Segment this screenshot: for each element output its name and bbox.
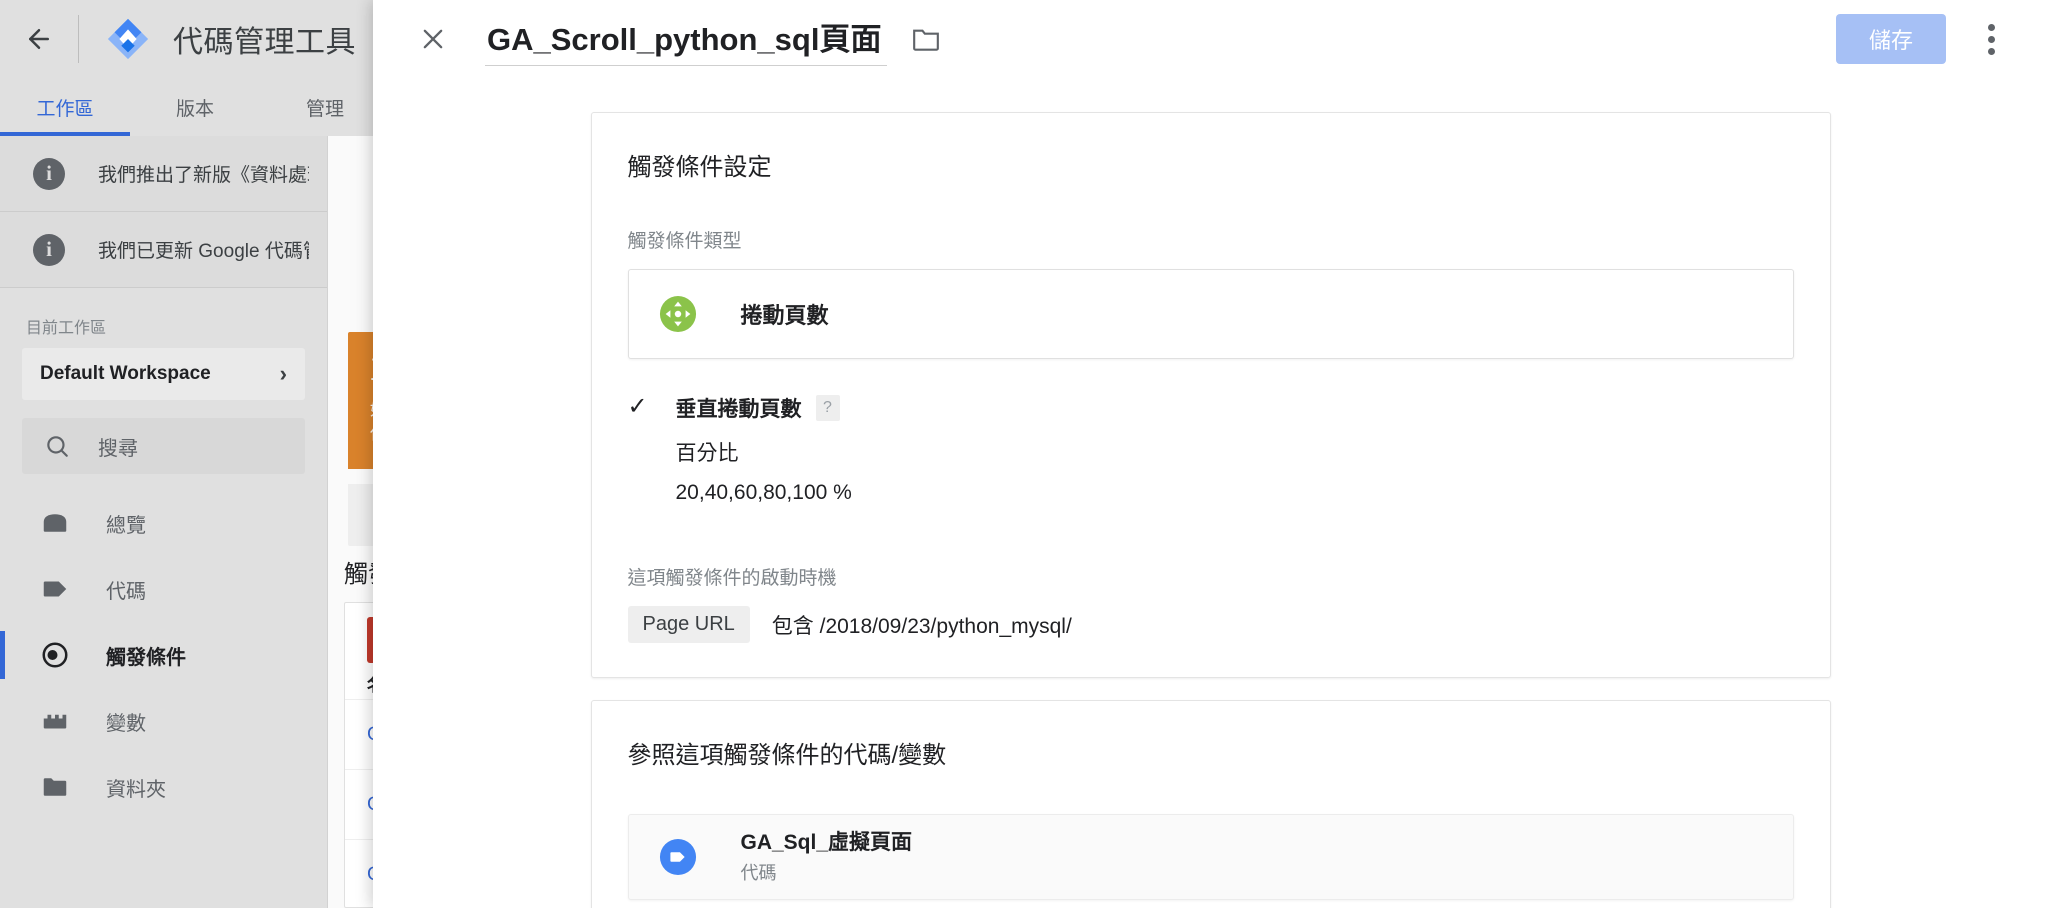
trigger-name-input[interactable]: GA_Scroll_python_sql頁面 — [485, 12, 888, 66]
topbar-divider — [78, 15, 79, 63]
tab-admin-label: 管理 — [305, 98, 344, 120]
workspace-selector[interactable]: Default Workspace › — [22, 348, 305, 400]
list-item[interactable]: GA_Sql_虛擬頁面 代碼 — [627, 814, 1794, 900]
vertical-scroll-head: 垂直捲動頁數 ? — [676, 393, 840, 423]
scroll-icon — [659, 295, 696, 333]
tab-workspace-label: 工作區 — [36, 98, 94, 120]
trigger-icon — [42, 642, 68, 668]
reference-type: 代碼 — [740, 863, 777, 884]
overlay-body: 觸發條件設定 觸發條件類型 捲動頁數 ✓ 垂直捲動頁數 ? 百分比 20,40,… — [373, 78, 2048, 908]
fire-condition-row: Page URL 包含 /2018/09/23/python_mysql/ — [627, 606, 1794, 643]
trigger-config-title: 觸發條件設定 — [627, 154, 772, 181]
app-title: 代碼管理工具 — [173, 26, 356, 59]
check-icon: ✓ — [627, 393, 648, 420]
trigger-type-label: 觸發條件類型 — [627, 231, 742, 252]
fire-condition-variable-chip: Page URL — [627, 606, 750, 643]
percentage-label: 百分比 — [675, 442, 739, 465]
trigger-type-name: 捲動頁數 — [740, 303, 829, 328]
notice-2-text: 我們已更新 Google 代碼管理工具的 — [98, 241, 309, 262]
info-icon: i — [33, 233, 65, 266]
sidebar-item-variables[interactable]: 變數 — [0, 688, 327, 754]
sidebar-item-overview-label: 總覽 — [106, 514, 146, 537]
vertical-scroll-label: 垂直捲動頁數 — [675, 398, 802, 421]
reference-name: GA_Sql_虛擬頁面 — [740, 830, 913, 854]
close-icon — [423, 29, 443, 49]
variable-icon — [43, 714, 67, 729]
references-inner: 參照這項觸發條件的代碼/變數 GA_Sql_虛擬頁面 代碼 — [592, 701, 1830, 908]
info-icon: i — [33, 157, 65, 190]
references-card: 參照這項觸發條件的代碼/變數 GA_Sql_虛擬頁面 代碼 — [590, 700, 1831, 908]
help-icon[interactable]: ? — [815, 395, 840, 421]
tab-versions[interactable]: 版本 — [130, 78, 260, 136]
fire-condition-expression: 包含 /2018/09/23/python_mysql/ — [771, 614, 1072, 638]
sidebar-nav: 總覽 代碼 觸發條件 變數 資料夾 — [0, 490, 327, 820]
tab-admin[interactable]: 管理 — [260, 78, 390, 136]
references-title: 參照這項觸發條件的代碼/變數 — [627, 742, 947, 769]
tab-workspace[interactable]: 工作區 — [0, 78, 130, 136]
screen-root: 代碼管理工具 所有帳戶 W 工作區 版本 管理 i 我們推出了新版《資料處理條款… — [0, 0, 2048, 908]
close-button[interactable] — [409, 15, 457, 63]
overview-icon — [43, 514, 67, 532]
search-input[interactable]: 搜尋 — [22, 418, 305, 474]
sidebar-item-overview[interactable]: 總覽 — [0, 490, 327, 556]
notice-1-text: 我們推出了新版《資料處理條款》 — [98, 165, 309, 186]
search-placeholder: 搜尋 — [98, 437, 138, 460]
sidebar-item-variables-label: 變數 — [106, 712, 146, 735]
sidebar-item-folders[interactable]: 資料夾 — [0, 754, 327, 820]
arrow-left-icon — [29, 29, 49, 49]
vertical-scroll-option[interactable]: ✓ 垂直捲動頁數 ? — [628, 393, 1794, 423]
tag-icon — [659, 838, 696, 876]
overlay-title-wrap: GA_Scroll_python_sql頁面 — [485, 12, 941, 66]
trigger-config-inner: 觸發條件設定 觸發條件類型 捲動頁數 ✓ 垂直捲動頁數 ? 百分比 20,40,… — [592, 113, 1830, 677]
notice-banner-1[interactable]: i 我們推出了新版《資料處理條款》 — [0, 136, 327, 212]
search-icon — [47, 436, 68, 457]
sidebar-item-tags[interactable]: 代碼 — [0, 556, 327, 622]
save-button[interactable]: 儲存 — [1836, 14, 1946, 64]
trigger-config-card: 觸發條件設定 觸發條件類型 捲動頁數 ✓ 垂直捲動頁數 ? 百分比 20,40,… — [590, 112, 1831, 678]
sidebar: i 我們推出了新版《資料處理條款》 i 我們已更新 Google 代碼管理工具的… — [0, 136, 328, 908]
back-button[interactable] — [0, 0, 78, 78]
sidebar-item-tags-label: 代碼 — [106, 580, 146, 603]
search-section: 搜尋 — [0, 400, 327, 474]
vertical-scroll-body: 垂直捲動頁數 ? — [676, 393, 840, 423]
trigger-detail-overlay: GA_Scroll_python_sql頁面 儲存 觸發條件設定 觸發條件類型 — [373, 0, 2048, 908]
gtm-logo-icon — [105, 16, 151, 62]
notice-banner-2[interactable]: i 我們已更新 Google 代碼管理工具的 — [0, 212, 327, 288]
folder-icon[interactable] — [911, 26, 941, 52]
trigger-type-selector[interactable]: 捲動頁數 — [627, 269, 1794, 359]
tag-icon — [43, 581, 67, 597]
percentage-value: 20,40,60,80,100 % — [675, 481, 852, 504]
sidebar-item-triggers[interactable]: 觸發條件 — [0, 622, 327, 688]
workspace-label: 目前工作區 — [26, 320, 107, 337]
overlay-header: GA_Scroll_python_sql頁面 儲存 — [373, 0, 2048, 78]
workspace-name: Default Workspace — [40, 363, 211, 384]
reference-text: GA_Sql_虛擬頁面 代碼 — [741, 829, 913, 886]
chevron-right-icon: › — [279, 361, 287, 386]
folder-icon — [43, 778, 67, 796]
workspace-section: 目前工作區 Default Workspace › — [0, 288, 327, 400]
sidebar-item-folders-label: 資料夾 — [106, 778, 166, 801]
fire-condition-label: 這項觸發條件的啟動時機 — [627, 568, 837, 589]
more-vert-icon[interactable] — [1964, 12, 2018, 66]
tab-versions-label: 版本 — [175, 98, 214, 120]
sidebar-item-triggers-label: 觸發條件 — [106, 646, 186, 669]
